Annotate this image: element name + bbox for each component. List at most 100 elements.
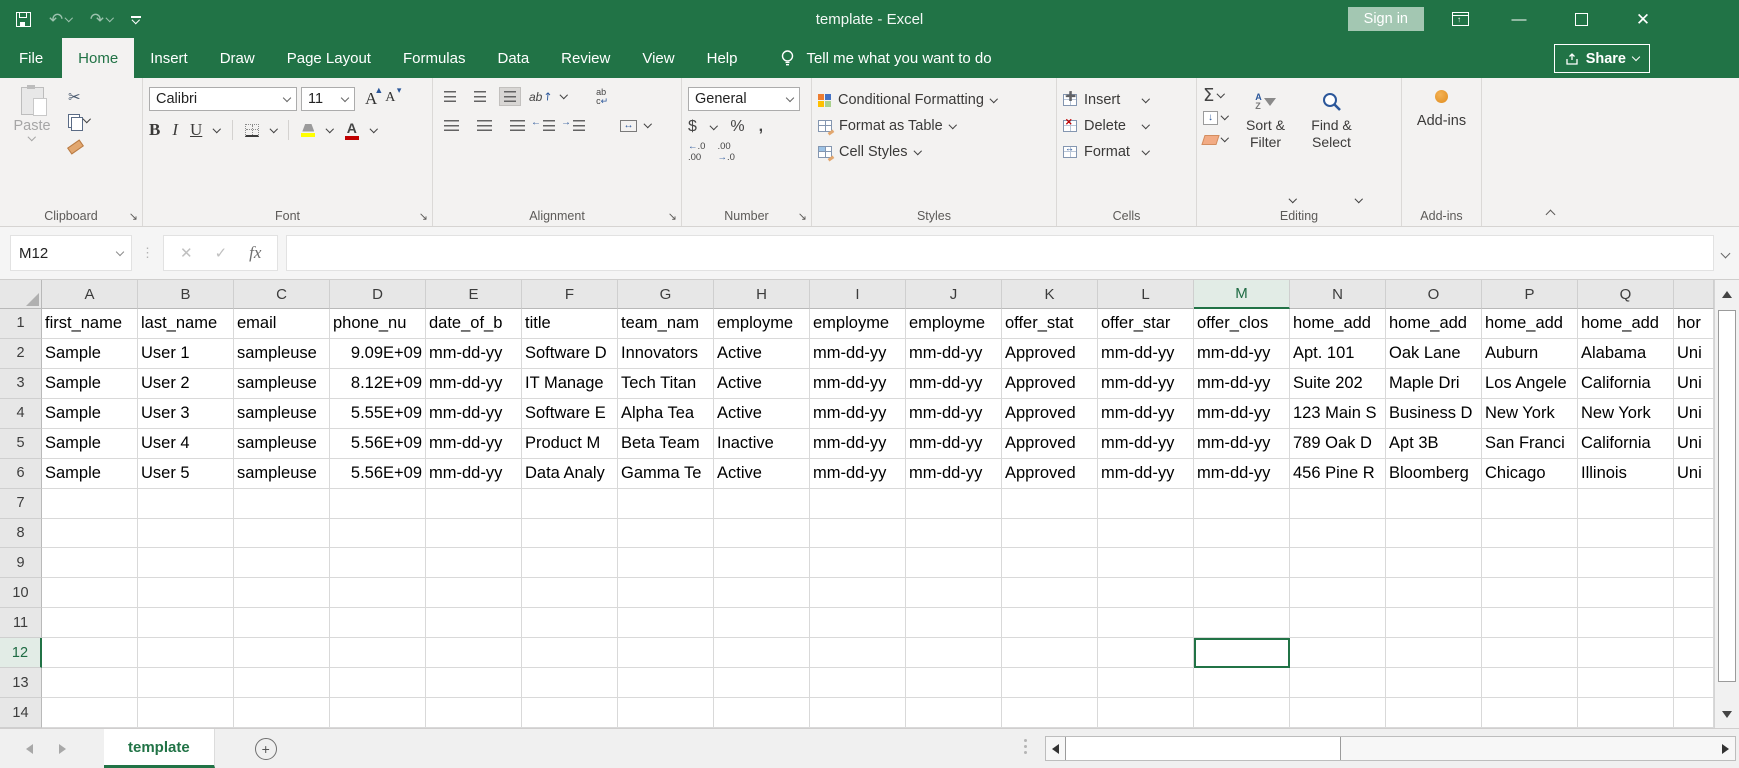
- cell-L4[interactable]: mm-dd-yy: [1098, 398, 1194, 429]
- cell-N10[interactable]: [1290, 578, 1386, 609]
- cell-I14[interactable]: [810, 698, 906, 728]
- middle-align-button[interactable]: [469, 87, 491, 106]
- cell-B1[interactable]: last_name: [138, 309, 234, 339]
- autosum-icon[interactable]: Σ: [1203, 86, 1214, 105]
- font-color-button[interactable]: A: [344, 121, 359, 140]
- cell-B5[interactable]: User 4: [138, 428, 234, 459]
- cell-E10[interactable]: [426, 578, 522, 609]
- cell-G3[interactable]: Tech Titan: [618, 368, 714, 399]
- row-header-10[interactable]: 10: [0, 578, 42, 609]
- top-align-button[interactable]: [439, 87, 461, 106]
- cell-R14[interactable]: [1674, 698, 1714, 728]
- row-header-3[interactable]: 3: [0, 368, 42, 399]
- cell-C10[interactable]: [234, 578, 330, 609]
- confirm-entry-icon[interactable]: ✓: [215, 244, 228, 262]
- fill-dropdown-icon[interactable]: [1220, 112, 1229, 120]
- cell-J1[interactable]: employme: [906, 309, 1002, 339]
- cell-M14[interactable]: [1194, 698, 1290, 728]
- clear-dropdown-icon[interactable]: [1220, 134, 1229, 142]
- cell-F1[interactable]: title: [522, 309, 618, 339]
- cell-A2[interactable]: Sample: [42, 338, 138, 369]
- scroll-left-button[interactable]: [1046, 737, 1065, 760]
- cell-B12[interactable]: [138, 638, 234, 669]
- cell-P12[interactable]: [1482, 638, 1578, 669]
- undo-dropdown-icon[interactable]: [65, 13, 73, 22]
- name-box[interactable]: M12: [10, 235, 132, 271]
- column-header-partial[interactable]: [1674, 280, 1714, 309]
- tab-view[interactable]: View: [626, 38, 690, 78]
- accounting-format-button[interactable]: $: [688, 118, 697, 136]
- cell-C9[interactable]: [234, 548, 330, 579]
- cell-B9[interactable]: [138, 548, 234, 579]
- cell-E7[interactable]: [426, 488, 522, 519]
- row-header-8[interactable]: 8: [0, 518, 42, 549]
- cell-Q9[interactable]: [1578, 548, 1674, 579]
- cell-F4[interactable]: Software E: [522, 398, 618, 429]
- cell-R3[interactable]: Uni: [1674, 368, 1714, 399]
- copy-dropdown-icon[interactable]: [82, 115, 91, 123]
- cell-O2[interactable]: Oak Lane: [1386, 338, 1482, 369]
- increase-indent-button[interactable]: →: [561, 116, 590, 135]
- cell-H12[interactable]: [714, 638, 810, 669]
- row-header-13[interactable]: 13: [0, 668, 42, 699]
- cell-J9[interactable]: [906, 548, 1002, 579]
- cell-B3[interactable]: User 2: [138, 368, 234, 399]
- column-header-Q[interactable]: Q: [1578, 280, 1674, 309]
- cell-O9[interactable]: [1386, 548, 1482, 579]
- cell-D4[interactable]: 5.55E+09: [330, 398, 426, 429]
- row-header-1[interactable]: 1: [0, 309, 42, 339]
- cell-D12[interactable]: [330, 638, 426, 669]
- cell-F12[interactable]: [522, 638, 618, 669]
- cell-F5[interactable]: Product M: [522, 428, 618, 459]
- cell-Q14[interactable]: [1578, 698, 1674, 728]
- cell-N3[interactable]: Suite 202: [1290, 368, 1386, 399]
- column-header-E[interactable]: E: [426, 280, 522, 309]
- cell-P1[interactable]: home_add: [1482, 309, 1578, 339]
- cell-C6[interactable]: sampleuse: [234, 458, 330, 489]
- cell-E9[interactable]: [426, 548, 522, 579]
- find-select-button[interactable]: Find & Select: [1304, 87, 1363, 205]
- cell-R9[interactable]: [1674, 548, 1714, 579]
- cell-L12[interactable]: [1098, 638, 1194, 669]
- cell-P8[interactable]: [1482, 518, 1578, 549]
- tell-me-box[interactable]: Tell me what you want to do: [779, 38, 992, 78]
- row-header-7[interactable]: 7: [0, 488, 42, 519]
- fill-color-button[interactable]: [301, 123, 316, 137]
- cell-H2[interactable]: Active: [714, 338, 810, 369]
- cell-Q11[interactable]: [1578, 608, 1674, 639]
- cell-M1[interactable]: offer_clos: [1194, 309, 1290, 339]
- formula-bar-splitter[interactable]: ⋮: [141, 245, 154, 261]
- row-header-9[interactable]: 9: [0, 548, 42, 579]
- format-as-table-button[interactable]: Format as Table: [818, 113, 1050, 139]
- customize-qat-button[interactable]: [130, 15, 141, 24]
- cell-K1[interactable]: offer_stat: [1002, 309, 1098, 339]
- cell-L7[interactable]: [1098, 488, 1194, 519]
- bold-button[interactable]: B: [149, 120, 160, 140]
- cell-D1[interactable]: phone_nu: [330, 309, 426, 339]
- cell-N9[interactable]: [1290, 548, 1386, 579]
- column-header-N[interactable]: N: [1290, 280, 1386, 309]
- cell-Q13[interactable]: [1578, 668, 1674, 699]
- cell-C7[interactable]: [234, 488, 330, 519]
- cell-M10[interactable]: [1194, 578, 1290, 609]
- cell-E5[interactable]: mm-dd-yy: [426, 428, 522, 459]
- cell-H8[interactable]: [714, 518, 810, 549]
- cell-Q8[interactable]: [1578, 518, 1674, 549]
- cell-G1[interactable]: team_nam: [618, 309, 714, 339]
- cell-O1[interactable]: home_add: [1386, 309, 1482, 339]
- cut-icon[interactable]: ✂: [68, 90, 81, 105]
- cell-O3[interactable]: Maple Dri: [1386, 368, 1482, 399]
- cell-E1[interactable]: date_of_b: [426, 309, 522, 339]
- cell-N6[interactable]: 456 Pine R: [1290, 458, 1386, 489]
- cell-I6[interactable]: mm-dd-yy: [810, 458, 906, 489]
- share-button[interactable]: Share: [1553, 44, 1650, 73]
- cell-Q1[interactable]: home_add: [1578, 309, 1674, 339]
- font-dialog-launcher[interactable]: ↘: [419, 210, 428, 223]
- cell-B8[interactable]: [138, 518, 234, 549]
- alignment-dialog-launcher[interactable]: ↘: [668, 210, 677, 223]
- cell-K12[interactable]: [1002, 638, 1098, 669]
- row-header-5[interactable]: 5: [0, 428, 42, 459]
- cell-O4[interactable]: Business D: [1386, 398, 1482, 429]
- cell-L11[interactable]: [1098, 608, 1194, 639]
- tab-insert[interactable]: Insert: [134, 38, 204, 78]
